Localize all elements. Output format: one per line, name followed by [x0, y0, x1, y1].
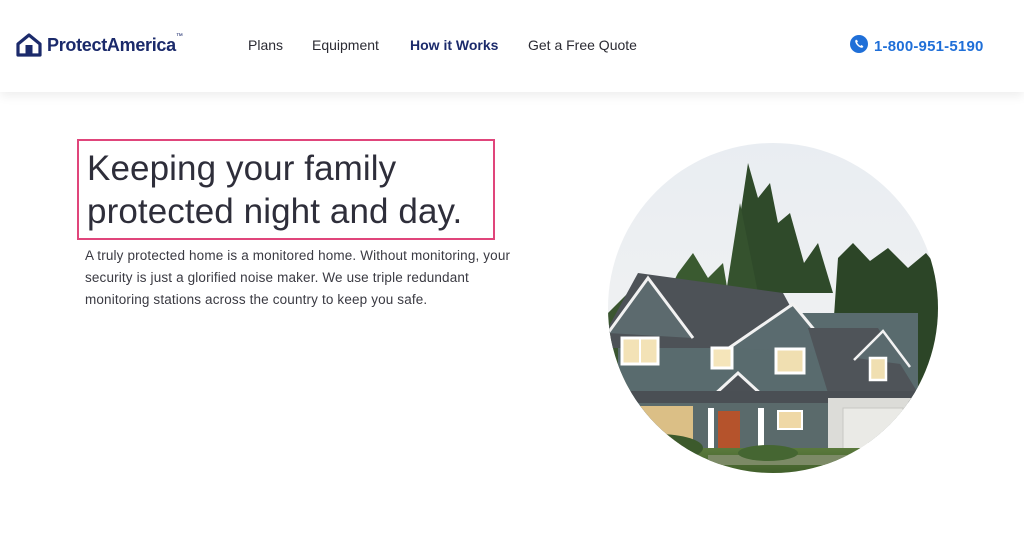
headline-line-2: protected night and day.	[87, 192, 463, 231]
protect-america-logo[interactable]: ProtectAmerica™	[16, 32, 183, 58]
nav-get-a-free-quote[interactable]: Get a Free Quote	[528, 37, 637, 53]
house-at-dusk-photo	[608, 143, 938, 473]
site-header: ProtectAmerica™ Plans Equipment How it W…	[0, 0, 1024, 92]
hero-headline: Keeping your family protected night and …	[87, 147, 492, 233]
house-logo-icon	[16, 33, 42, 57]
brand-name: ProtectAmerica™	[47, 32, 183, 55]
headline-line-1: Keeping your family	[87, 149, 397, 188]
hero-description: A truly protected home is a monitored ho…	[85, 248, 511, 307]
nav-plans[interactable]: Plans	[248, 37, 283, 53]
phone-link[interactable]: 1-800-951-5190	[850, 34, 984, 58]
headline-highlight-box: Keeping your family protected night and …	[77, 139, 495, 240]
nav-how-it-works[interactable]: How it Works	[410, 37, 498, 53]
phone-number: 1-800-951-5190	[874, 37, 984, 55]
phone-icon	[850, 34, 868, 58]
nav-equipment[interactable]: Equipment	[312, 37, 379, 53]
hero-section: Keeping your family protected night and …	[0, 92, 1024, 552]
